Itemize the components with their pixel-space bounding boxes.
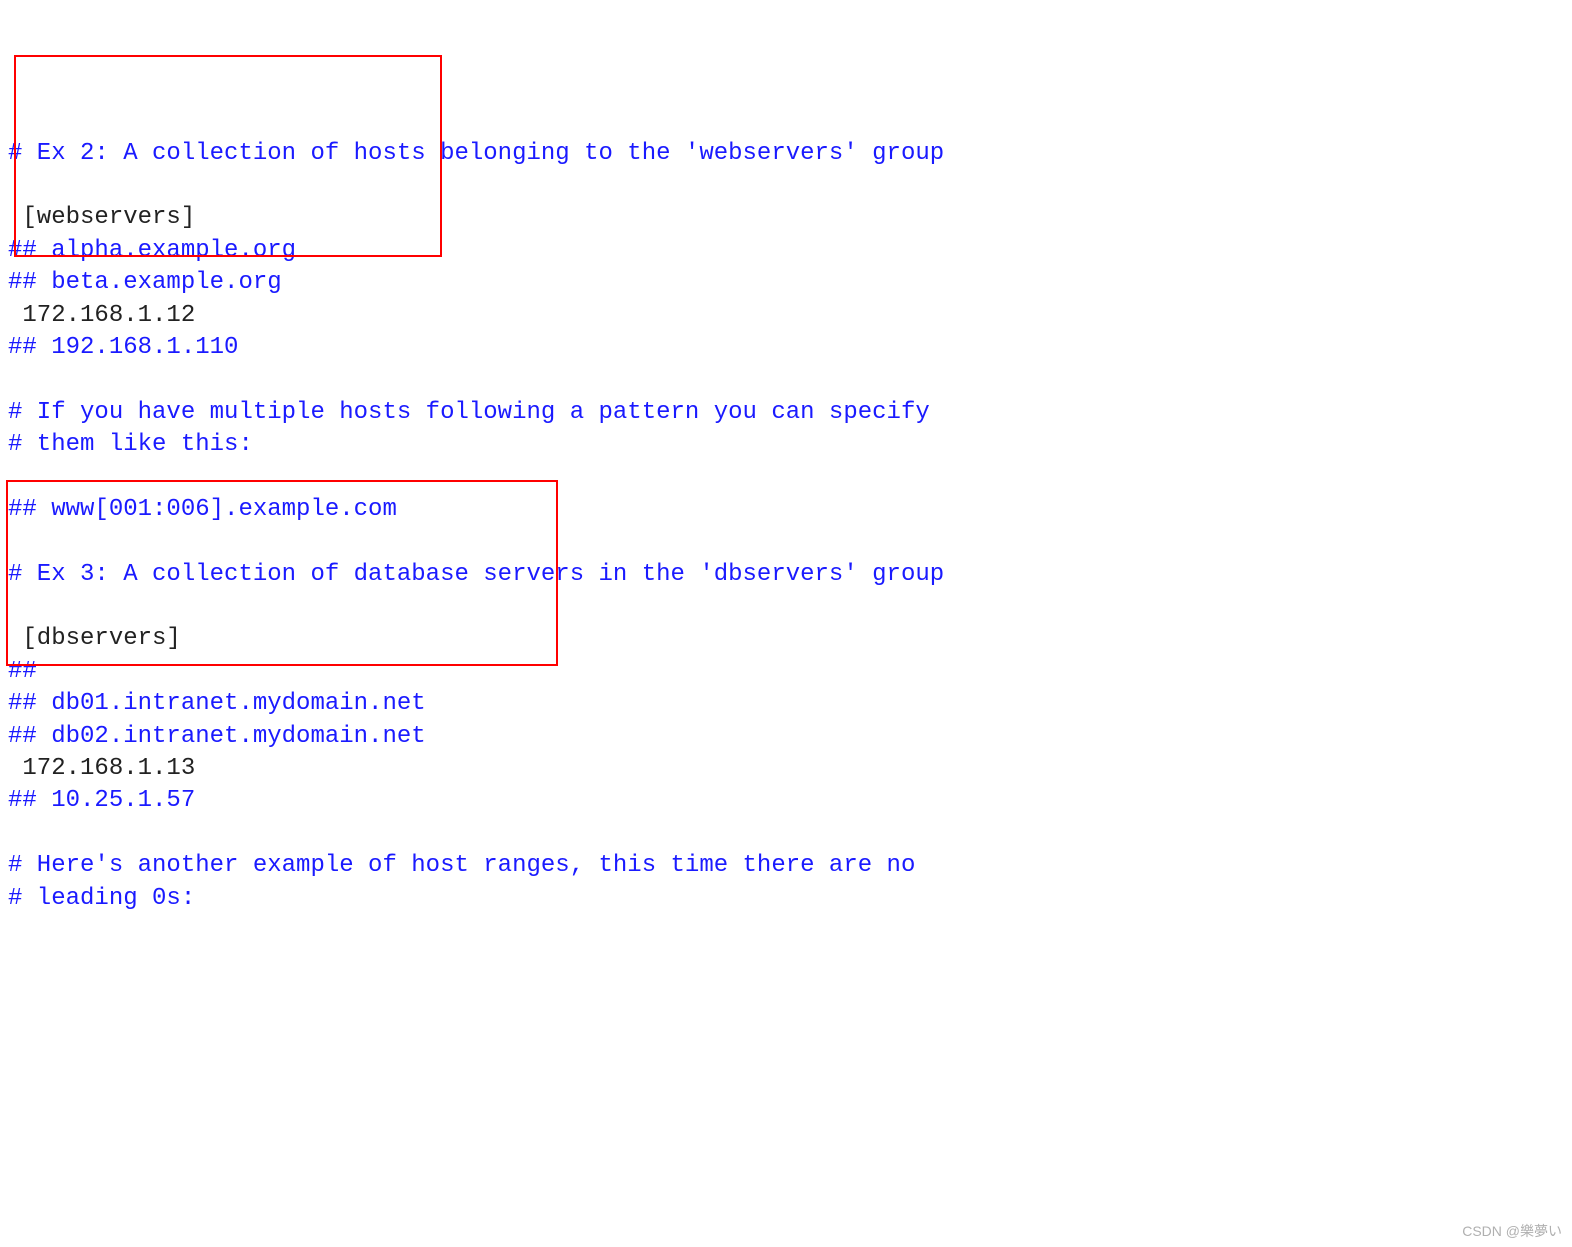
code-line: 172.168.1.12 xyxy=(8,300,1564,332)
code-line xyxy=(8,461,1564,493)
code-line: ## alpha.example.org xyxy=(8,235,1564,267)
code-line: # Here's another example of host ranges,… xyxy=(8,850,1564,882)
code-line: # Ex 3: A collection of database servers… xyxy=(8,559,1564,591)
code-line: ## db01.intranet.mydomain.net xyxy=(8,688,1564,720)
code-line: [webservers] xyxy=(8,202,1564,234)
code-line: 172.168.1.13 xyxy=(8,753,1564,785)
code-line xyxy=(8,526,1564,558)
code-line: [dbservers] xyxy=(8,623,1564,655)
code-line: ## beta.example.org xyxy=(8,267,1564,299)
code-line xyxy=(8,364,1564,396)
code-line xyxy=(8,591,1564,623)
code-line: # Ex 2: A collection of hosts belonging … xyxy=(8,138,1564,170)
code-line xyxy=(8,170,1564,202)
code-block: # Ex 2: A collection of hosts belonging … xyxy=(8,138,1564,915)
watermark-text: CSDN @樂夢い xyxy=(1462,1222,1562,1241)
code-line: ## xyxy=(8,656,1564,688)
code-line: # If you have multiple hosts following a… xyxy=(8,397,1564,429)
code-line: # them like this: xyxy=(8,429,1564,461)
code-line: ## 192.168.1.110 xyxy=(8,332,1564,364)
code-line: ## 10.25.1.57 xyxy=(8,785,1564,817)
code-line: ## db02.intranet.mydomain.net xyxy=(8,721,1564,753)
code-line: ## www[001:006].example.com xyxy=(8,494,1564,526)
code-line: # leading 0s: xyxy=(8,883,1564,915)
